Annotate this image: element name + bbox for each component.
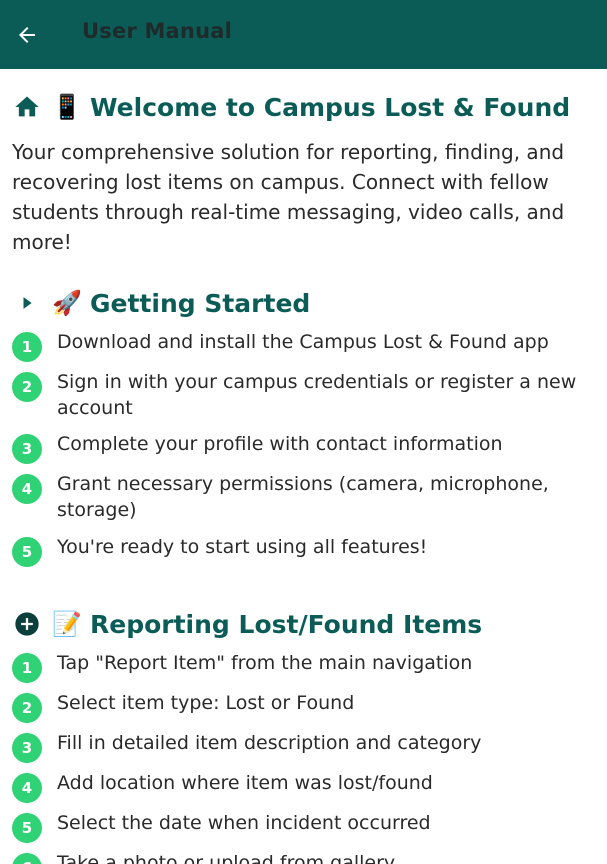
step-number-badge: 3	[12, 733, 42, 763]
step-text: Fill in detailed item description and ca…	[57, 732, 482, 754]
step-text: Tap "Report Item" from the main navigati…	[57, 652, 473, 674]
step-number-badge: 1	[12, 653, 42, 683]
welcome-title: Welcome to Campus Lost & Found	[90, 92, 571, 122]
list-item: 1 Tap "Report Item" from the main naviga…	[12, 650, 597, 683]
step-number-badge: 5	[12, 813, 42, 843]
step-number-badge: 6	[12, 853, 42, 864]
step-text: Complete your profile with contact infor…	[57, 433, 503, 455]
step-text: Grant necessary permissions (camera, mic…	[57, 473, 549, 521]
getting-started-title: Getting Started	[90, 288, 311, 318]
arrow-left-icon	[19, 27, 35, 43]
list-item: 1 Download and install the Campus Lost &…	[12, 329, 597, 362]
list-item: 4 Grant necessary permissions (camera, m…	[12, 471, 597, 523]
step-text: Download and install the Campus Lost & F…	[57, 331, 549, 353]
step-text: Select the date when incident occurred	[57, 812, 431, 834]
step-number-badge: 5	[12, 537, 42, 567]
page-title: User Manual	[82, 19, 232, 43]
getting-started-header[interactable]: 🚀 Getting Started	[12, 285, 310, 321]
step-text: Take a photo or upload from gallery	[57, 852, 396, 864]
play-arrow-icon[interactable]	[12, 288, 42, 318]
list-item: 4 Add location where item was lost/found	[12, 770, 597, 803]
step-text: Sign in with your campus credentials or …	[57, 371, 577, 419]
list-item: 3 Fill in detailed item description and …	[12, 730, 597, 763]
list-item: 3 Complete your profile with contact inf…	[12, 431, 597, 464]
step-number-badge: 3	[12, 434, 42, 464]
manual-content[interactable]: 📱 Welcome to Campus Lost & Found Your co…	[0, 69, 607, 864]
rocket-emoji-icon: 🚀	[52, 289, 82, 317]
step-number-badge: 4	[12, 474, 42, 504]
step-number-badge: 2	[12, 372, 42, 402]
phone-emoji-icon: 📱	[52, 93, 82, 121]
add-circle-icon[interactable]	[12, 609, 42, 639]
reporting-header[interactable]: 📝 Reporting Lost/Found Items	[12, 606, 482, 642]
welcome-header: 📱 Welcome to Campus Lost & Found	[12, 89, 570, 125]
step-text: Add location where item was lost/found	[57, 772, 433, 794]
step-text: You're ready to start using all features…	[57, 536, 428, 558]
back-button[interactable]	[12, 20, 42, 50]
step-number-badge: 4	[12, 773, 42, 803]
list-item: 2 Sign in with your campus credentials o…	[12, 369, 597, 421]
list-item: 2 Select item type: Lost or Found	[12, 690, 597, 723]
step-number-badge: 2	[12, 693, 42, 723]
home-icon	[12, 92, 42, 122]
list-item: 6 Take a photo or upload from gallery	[12, 850, 597, 864]
step-number-badge: 1	[12, 332, 42, 362]
list-item: 5 You're ready to start using all featur…	[12, 534, 597, 567]
step-text: Select item type: Lost or Found	[57, 692, 355, 714]
welcome-description: Your comprehensive solution for reportin…	[12, 140, 565, 254]
list-item: 5 Select the date when incident occurred	[12, 810, 597, 843]
memo-emoji-icon: 📝	[52, 610, 82, 638]
app-bar: User Manual	[0, 0, 607, 69]
reporting-title: Reporting Lost/Found Items	[90, 609, 483, 639]
